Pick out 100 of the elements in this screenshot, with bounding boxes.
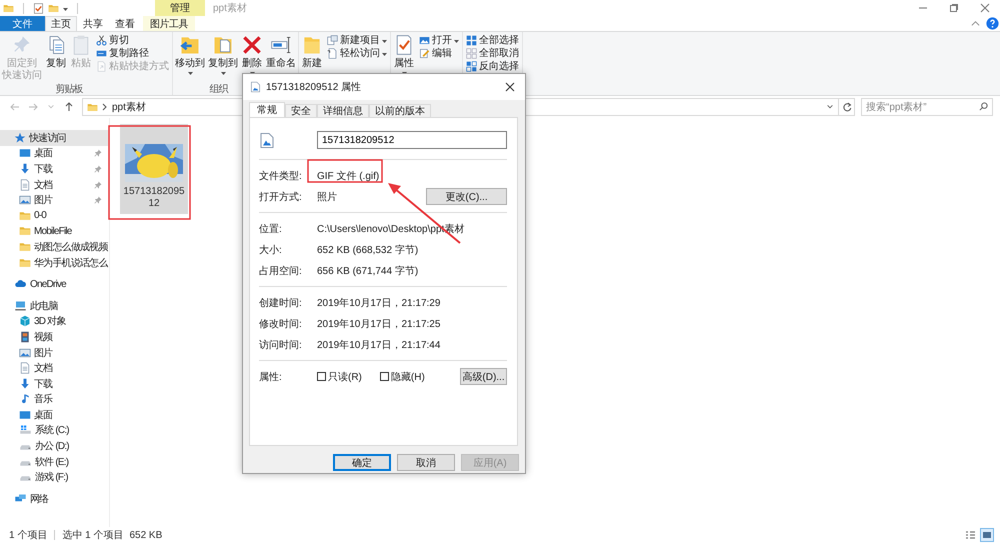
property-value: 2019年10月17日，21:17:44 (317, 340, 440, 350)
property-value: 652 KB (668,532 字节) (317, 244, 418, 256)
ribbon-button[interactable]: 全部取消 (464, 47, 521, 59)
sidebar-item[interactable]: 此电脑 (0, 298, 108, 314)
chevron-up-icon (971, 19, 980, 28)
ribbon-button[interactable]: 轻松访问 (325, 47, 389, 59)
arrow-right-icon (28, 102, 38, 112)
music-note-icon (19, 393, 31, 406)
window-title: ppt素材 (213, 2, 247, 15)
property-label: 修改时间: (259, 318, 303, 330)
sidebar-item[interactable]: 系统 (C:) (0, 422, 108, 438)
sidebar-item[interactable]: 网络 (0, 491, 108, 507)
new-item-icon (327, 34, 338, 46)
change-button[interactable]: 更改(C)... (426, 188, 507, 205)
cube-icon (19, 315, 31, 328)
dialog-tab[interactable]: 详细信息 (317, 104, 369, 117)
sidebar-item[interactable]: 视频 (0, 329, 108, 345)
sidebar-item[interactable]: 桌面 (0, 407, 108, 423)
computer-icon (14, 300, 27, 312)
refresh-icon (842, 102, 852, 112)
desktop-icon (19, 147, 31, 160)
sidebar-item[interactable]: 华为手机说话怎么 (0, 254, 108, 270)
property-value: 照片 (317, 192, 337, 202)
property-value: GIF 文件 (.gif) (317, 170, 380, 182)
ribbon-button[interactable]: 重命名 (265, 34, 297, 70)
sidebar-item[interactable]: 游戏 (F:) (0, 469, 108, 486)
ribbon-button[interactable]: 新建项目 (325, 34, 389, 46)
checkbox[interactable] (317, 372, 326, 381)
sidebar-item[interactable]: 文档 (0, 176, 108, 192)
ribbon-button[interactable]: 复制到 (207, 34, 239, 75)
sidebar-item[interactable]: 下载 (0, 376, 108, 392)
sidebar-item[interactable]: 0-0 (0, 208, 108, 224)
ribbon-button[interactable]: 复制路径 (94, 47, 171, 59)
dialog-tab[interactable]: 常规 (249, 102, 285, 117)
sidebar-item[interactable]: 动图怎么做成视频 (0, 239, 108, 255)
sidebar-item[interactable]: 下载 (0, 161, 108, 177)
property-label: 属性: (259, 370, 283, 384)
image-file-icon (259, 130, 275, 150)
sidebar-item[interactable]: 文档 (0, 360, 108, 376)
pin-icon (94, 180, 102, 189)
sidebar-item[interactable]: 音乐 (0, 392, 108, 408)
ribbon-button[interactable]: 反向选择 (464, 60, 521, 72)
chevron-right-icon (102, 103, 108, 111)
search-field[interactable]: 搜索“ppt素材” (861, 98, 993, 116)
property-label: 打开方式: (259, 190, 303, 204)
caret-icon (382, 40, 387, 42)
group-label: 组织 (210, 82, 228, 96)
sidebar-item[interactable]: MobileFile (0, 224, 108, 240)
status-text: 1 个项目 (9, 529, 48, 542)
chevron-down-icon (826, 103, 834, 111)
checkbox[interactable] (380, 372, 389, 381)
advanced-button[interactable]: 高级(D)... (460, 368, 507, 385)
large-icons-view-button[interactable] (980, 528, 994, 542)
dialog-button[interactable]: 取消 (397, 454, 455, 471)
caret-icon (220, 72, 226, 75)
ribbon-button[interactable]: 删除 (240, 34, 264, 75)
image-file-icon (250, 81, 261, 93)
ribbon-tab[interactable]: 文件 (0, 16, 45, 31)
folder-icon (19, 210, 31, 222)
document-icon (19, 362, 31, 374)
close-icon (980, 3, 990, 13)
refresh-button[interactable] (838, 99, 854, 115)
ribbon-button[interactable]: 打开 (417, 34, 461, 46)
ribbon-tab[interactable]: 共享 (77, 16, 109, 31)
name-field[interactable]: 1571318209512 (317, 131, 507, 149)
property-value: 656 KB (671,744 字节) (317, 266, 418, 276)
sidebar-item[interactable]: 办公 (D:) (0, 438, 108, 454)
delete-icon (241, 34, 263, 56)
ribbon-button[interactable]: 全部选择 (464, 34, 521, 46)
select-none-icon (466, 48, 477, 58)
sidebar-item[interactable]: OneDrive (0, 276, 108, 292)
property-value: 2019年10月17日，21:17:29 (317, 298, 440, 308)
ribbon-button[interactable]: 新建 (300, 34, 324, 70)
file-item[interactable]: 1571318209512 (120, 124, 188, 214)
ribbon-button[interactable]: 剪切 (94, 34, 171, 46)
sidebar-item[interactable]: 图片 (0, 192, 108, 208)
property-label: 位置: (259, 222, 283, 236)
ribbon-button[interactable]: 移动到 (174, 34, 206, 75)
pin-icon (94, 149, 102, 158)
folder-icon (3, 2, 14, 14)
dialog-tab[interactable]: 以前的版本 (369, 104, 431, 117)
restore-icon (948, 3, 958, 13)
ribbon-tab[interactable]: 图片工具 (143, 16, 195, 31)
pictures-icon (19, 346, 31, 359)
sidebar-item[interactable]: 图片 (0, 344, 108, 360)
ribbon-tab[interactable]: 主页 (45, 16, 77, 31)
caret-icon (454, 40, 459, 42)
caret-icon (382, 52, 387, 56)
sidebar-item[interactable]: 快速访问 (0, 130, 108, 146)
arrow-left-icon (10, 102, 20, 112)
checkbox-label: 只读(R) (328, 370, 362, 384)
dialog-tab[interactable]: 安全 (285, 104, 317, 117)
sidebar-item[interactable]: 桌面 (0, 146, 108, 162)
dialog-button[interactable]: 确定 (333, 454, 391, 471)
download-icon (19, 162, 31, 175)
ribbon-button[interactable]: 编辑 (417, 47, 461, 59)
ribbon-tab[interactable]: 查看 (109, 16, 141, 31)
sidebar-item[interactable]: 软件 (E:) (0, 454, 108, 470)
ribbon-button[interactable]: 复制 (44, 34, 68, 70)
sidebar-item[interactable]: 3D 对象 (0, 314, 108, 330)
